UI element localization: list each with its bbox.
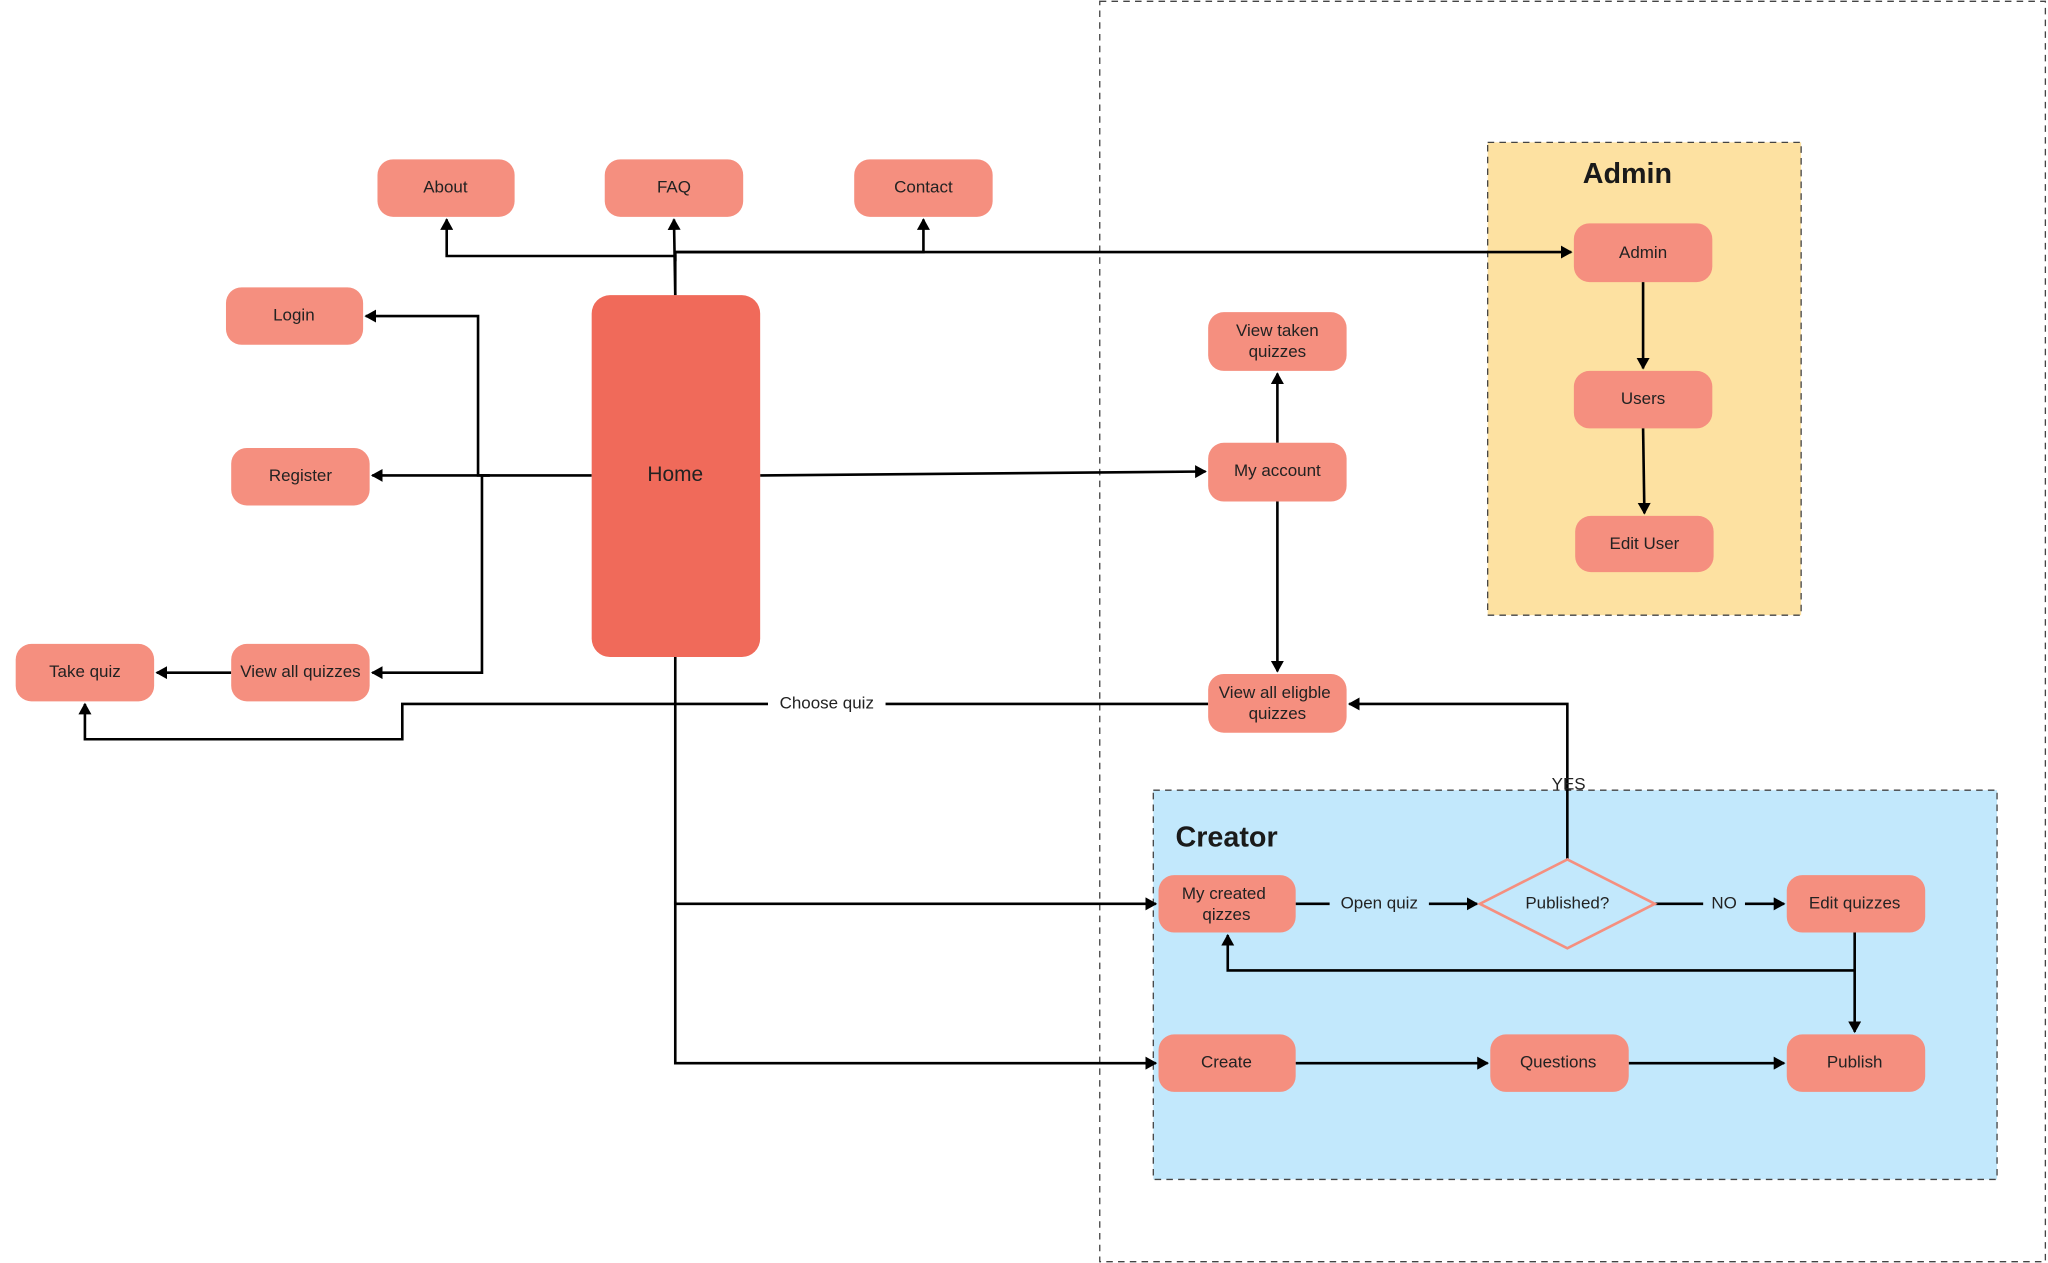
admin-group-title: Admin: [1583, 158, 1672, 190]
edge-label-open-quiz: Open quiz: [1341, 893, 1418, 912]
edge-home-view-all: [370, 474, 490, 680]
node-edit-user[interactable]: Edit User: [1575, 515, 1714, 573]
node-label: View taken: [1236, 321, 1319, 340]
node-label: quizzes: [1249, 342, 1307, 361]
node-label: Login: [273, 306, 315, 325]
node-take-quiz[interactable]: Take quiz: [15, 643, 155, 702]
edge-home-login: [364, 309, 490, 477]
node-label: Contact: [894, 178, 953, 197]
node-label: Publish: [1827, 1053, 1883, 1072]
edge-label-no: NO: [1711, 893, 1736, 912]
node-label: Create: [1201, 1053, 1252, 1072]
node-label: My created: [1182, 884, 1266, 903]
edge-home-create: [673, 901, 1158, 1070]
creator-group: [1152, 789, 1998, 1181]
node-label: quizzes: [1249, 704, 1307, 723]
node-label: FAQ: [657, 178, 691, 197]
node-contact[interactable]: Contact: [854, 159, 993, 217]
node-view-eligible-quizzes[interactable]: View all eligble quizzes: [1208, 673, 1347, 733]
node-home[interactable]: Home: [591, 295, 761, 657]
node-register[interactable]: Register: [231, 447, 370, 506]
node-label: View all quizzes: [240, 662, 360, 681]
edge-home-about: [440, 218, 677, 296]
node-my-created-quizzes[interactable]: My created qizzes: [1158, 875, 1296, 933]
sitemap-diagram: Admin Creator Choose quiz YES Open quiz …: [15, 0, 2047, 1263]
edge-home-my-account: [760, 465, 1207, 479]
node-label: Users: [1621, 389, 1665, 408]
node-view-all-quizzes[interactable]: View all quizzes: [231, 643, 370, 702]
edge-home-contact: [673, 218, 930, 262]
node-label: Home: [647, 463, 703, 486]
node-label: Take quiz: [49, 662, 121, 681]
node-label: My account: [1234, 461, 1321, 480]
node-label: Questions: [1520, 1053, 1596, 1072]
node-label: Register: [269, 466, 333, 485]
node-admin[interactable]: Admin: [1573, 223, 1713, 283]
node-view-taken-quizzes[interactable]: View taken quizzes: [1208, 312, 1347, 371]
creator-group-title: Creator: [1176, 821, 1278, 853]
edge-users-edit-user: [1637, 428, 1651, 515]
node-login[interactable]: Login: [225, 287, 364, 345]
node-label: Published?: [1525, 893, 1609, 912]
node-label: About: [423, 178, 468, 197]
edge-home-my-created: [673, 656, 1158, 911]
node-label: Admin: [1619, 243, 1667, 262]
node-edit-quizzes[interactable]: Edit quizzes: [1786, 875, 1926, 933]
edge-label-yes: YES: [1552, 774, 1586, 793]
node-create[interactable]: Create: [1158, 1034, 1296, 1092]
node-about[interactable]: About: [377, 159, 515, 217]
edge-home-admin: [673, 245, 1573, 262]
node-label: Edit quizzes: [1809, 893, 1900, 912]
node-label: qizzes: [1202, 905, 1250, 924]
edge-label-choose-quiz: Choose quiz: [780, 693, 874, 712]
node-publish[interactable]: Publish: [1786, 1034, 1926, 1092]
node-label: Edit User: [1610, 534, 1680, 553]
node-users[interactable]: Users: [1573, 370, 1713, 429]
node-label: View all eligble: [1219, 683, 1331, 702]
edge-eligible-take-quiz: [78, 702, 1209, 741]
node-my-account[interactable]: My account: [1208, 442, 1347, 502]
node-questions[interactable]: Questions: [1490, 1034, 1629, 1092]
node-faq[interactable]: FAQ: [604, 159, 744, 217]
